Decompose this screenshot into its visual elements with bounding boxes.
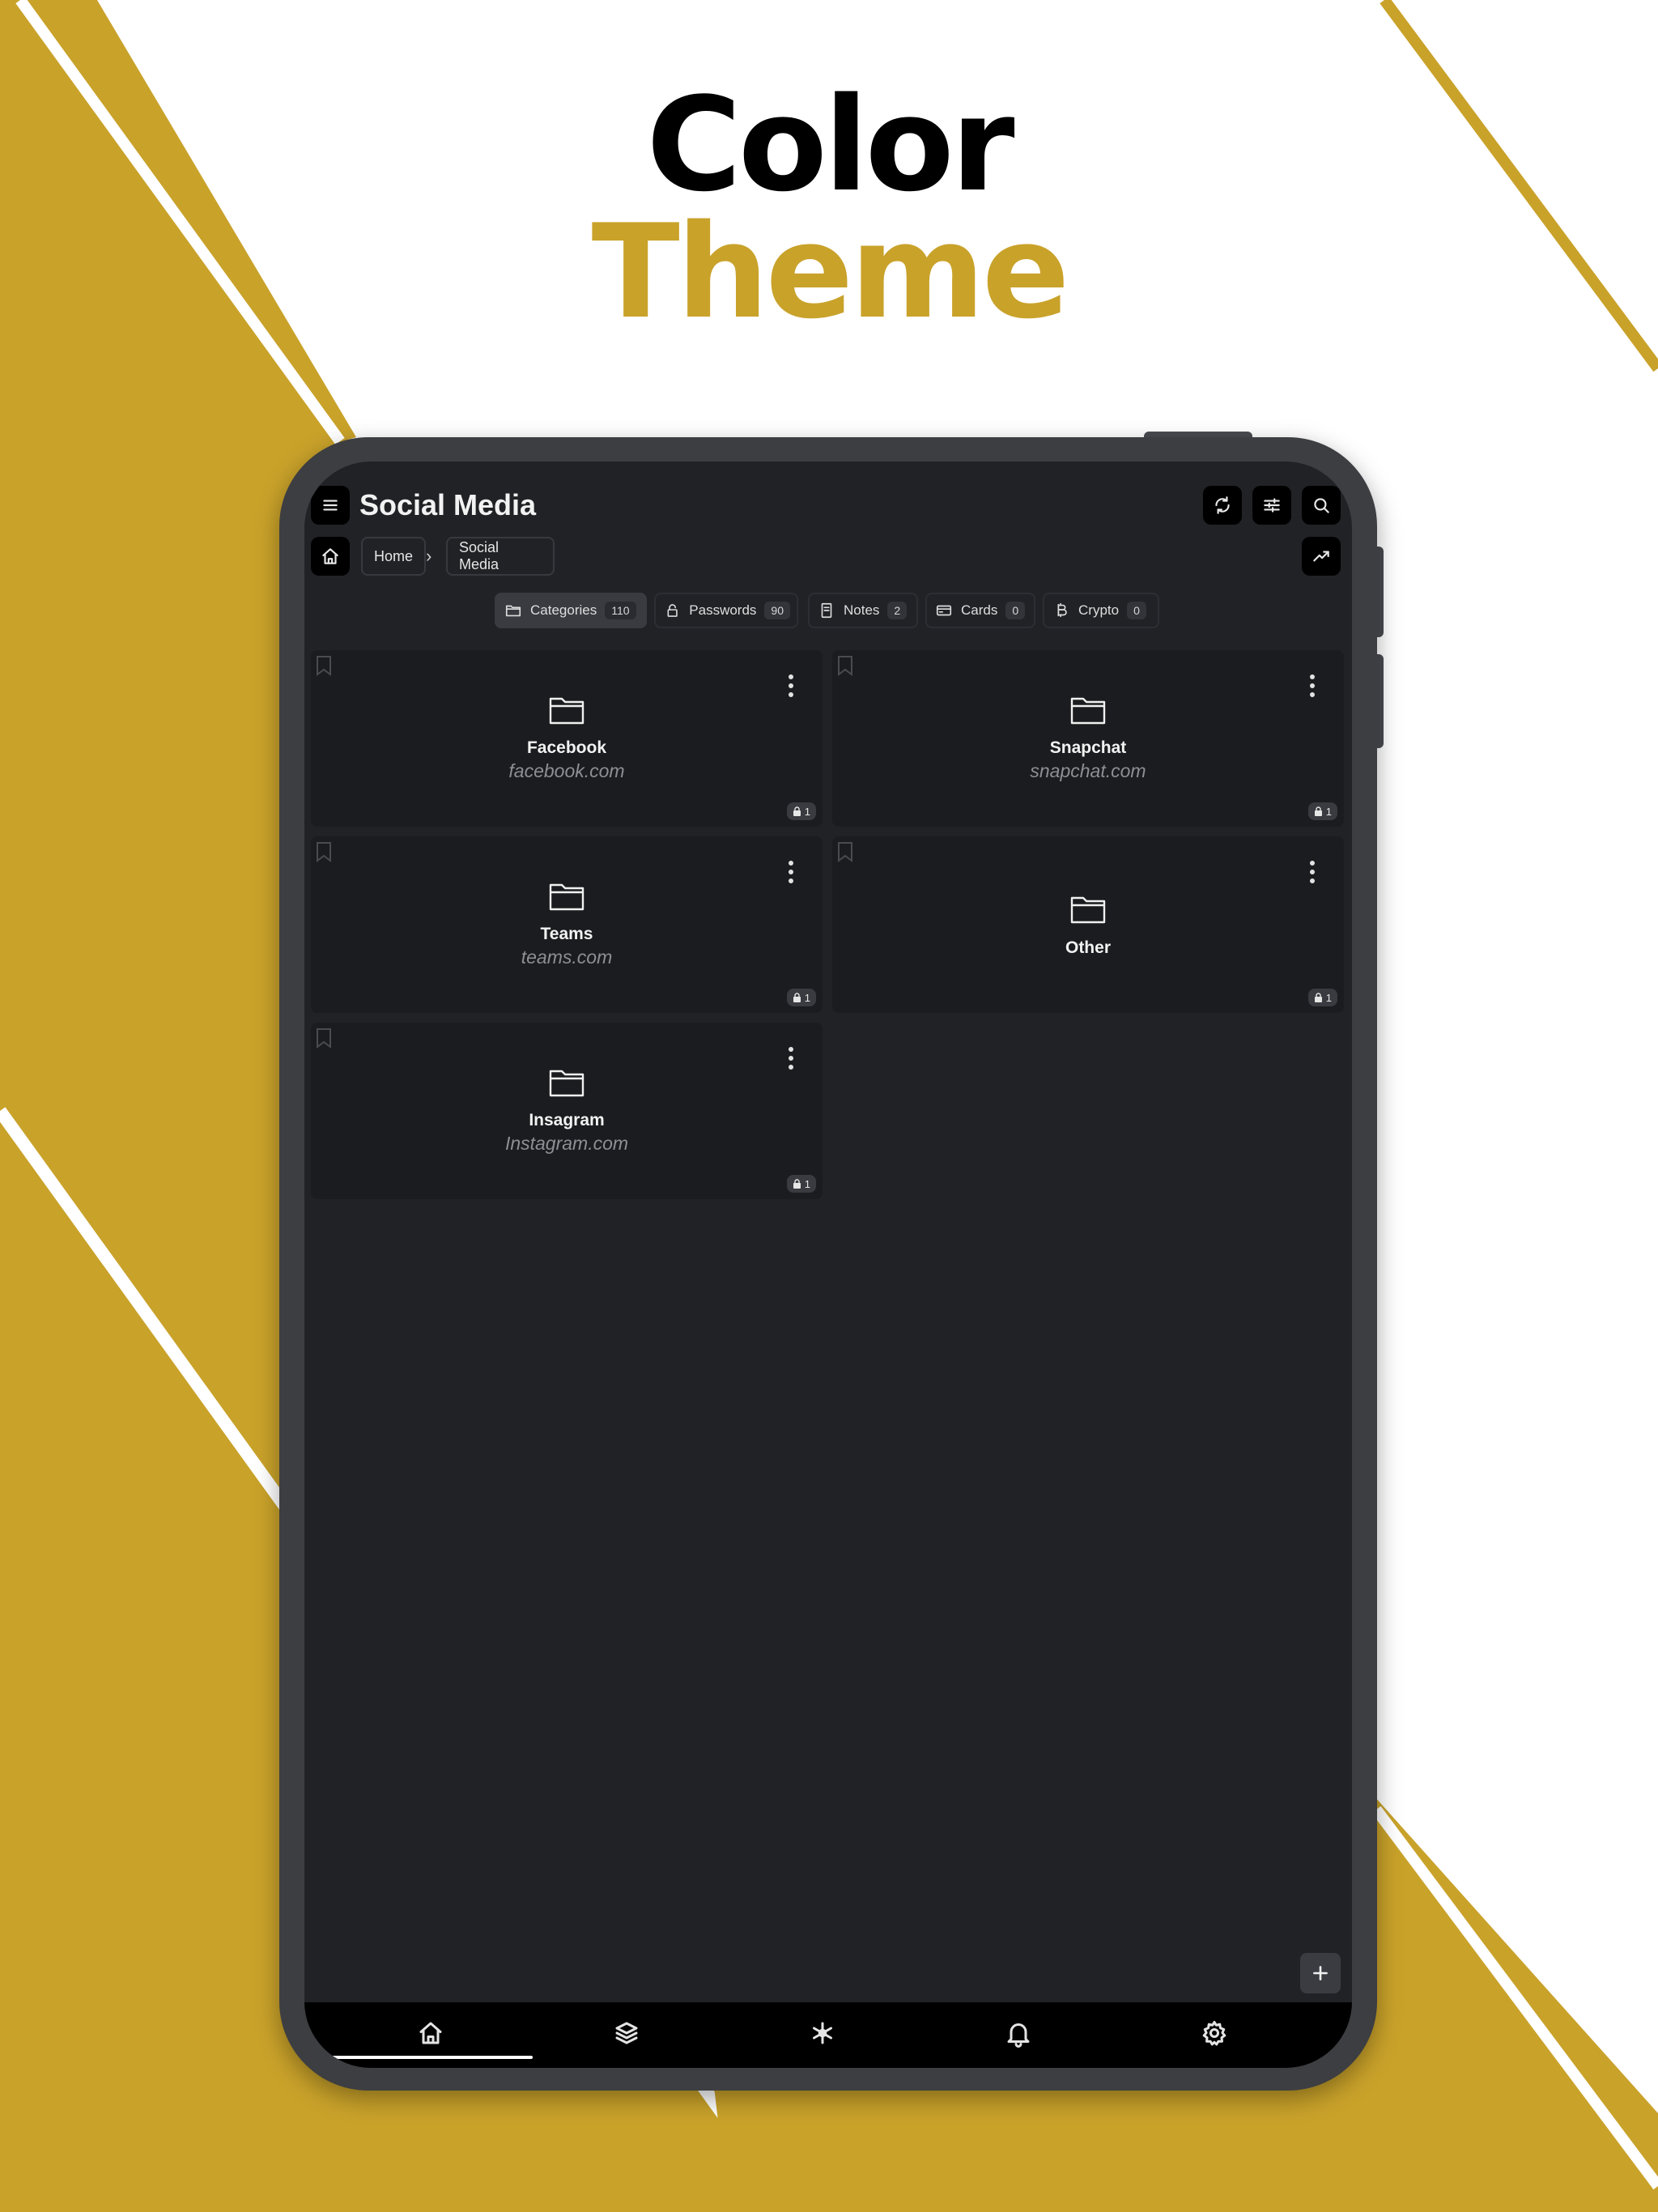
item-count-badge: 1: [1307, 802, 1337, 820]
item-count: 1: [1325, 805, 1332, 818]
tab-crypto[interactable]: Crypto 0: [1043, 593, 1159, 628]
tab-label: Crypto: [1078, 602, 1120, 618]
home-icon: [322, 548, 338, 564]
nav-notifications[interactable]: [1004, 2018, 1036, 2051]
item-count-badge: 1: [786, 802, 816, 820]
item-count-badge: 1: [786, 989, 816, 1006]
lock-icon: [1314, 806, 1322, 816]
item-count-badge: 1: [786, 1175, 816, 1193]
tab-count: 110: [605, 602, 636, 619]
category-name: Facebook: [526, 738, 607, 757]
search-icon: [1314, 498, 1329, 513]
tab-label: Categories: [530, 602, 597, 618]
more-options-icon[interactable]: [787, 1047, 795, 1074]
more-options-icon[interactable]: [1308, 674, 1316, 702]
category-name: Insagram: [529, 1111, 605, 1129]
nav-home[interactable]: [416, 2018, 449, 2051]
card-icon: [936, 605, 952, 616]
tab-cards[interactable]: Cards 0: [925, 593, 1035, 628]
lock-icon: [793, 993, 801, 1002]
app-screen: Social Media Home › Social Media Categor…: [304, 462, 1352, 2068]
item-count: 1: [804, 805, 810, 818]
lock-icon: [793, 806, 801, 816]
item-count: 1: [804, 1177, 810, 1190]
breadcrumb-separator: ›: [426, 546, 432, 566]
tab-count: 0: [1127, 602, 1146, 619]
nav-settings[interactable]: [1200, 2018, 1232, 2051]
bitcoin-icon: [1057, 602, 1067, 618]
search-button[interactable]: [1302, 486, 1341, 525]
bookmark-icon[interactable]: [316, 1027, 332, 1049]
lock-icon: [667, 604, 678, 617]
bookmark-icon[interactable]: [316, 655, 332, 676]
folder-icon: [549, 1068, 585, 1097]
folder-icon: [549, 696, 585, 725]
tab-label: Notes: [844, 602, 880, 618]
page-title: Social Media: [359, 488, 537, 521]
trend-button[interactable]: [1302, 537, 1341, 576]
bookmark-icon[interactable]: [837, 841, 853, 862]
more-options-icon[interactable]: [787, 674, 795, 702]
item-count: 1: [1325, 991, 1332, 1004]
filter-button[interactable]: [1252, 486, 1291, 525]
category-url: teams.com: [521, 946, 613, 968]
tab-passwords[interactable]: Passwords 90: [654, 593, 798, 628]
gear-icon: [1202, 2021, 1226, 2046]
tab-count: 2: [887, 602, 908, 619]
add-button[interactable]: [1300, 1953, 1341, 1993]
hero-title-line2: Theme: [591, 196, 1070, 347]
trending-up-icon: [1313, 551, 1329, 562]
category-card-teams[interactable]: Teams teams.com 1: [311, 836, 823, 1013]
plus-icon: [1313, 1966, 1328, 1980]
category-name: Teams: [540, 925, 593, 943]
folder-icon: [549, 882, 585, 911]
nav-generator[interactable]: [808, 2018, 840, 2051]
nav-layers[interactable]: [612, 2018, 644, 2051]
filter-sliders-icon: [1264, 498, 1280, 513]
home-shortcut-button[interactable]: [311, 537, 350, 576]
bell-icon: [1007, 2023, 1030, 2048]
tab-notes[interactable]: Notes 2: [808, 593, 918, 628]
layers-icon: [615, 2022, 638, 2044]
category-url: facebook.com: [508, 760, 625, 781]
category-card-other[interactable]: Other 1: [832, 836, 1344, 1013]
sync-button[interactable]: [1203, 486, 1242, 525]
category-card-facebook[interactable]: Facebook facebook.com 1: [311, 650, 823, 827]
more-options-icon[interactable]: [787, 861, 795, 888]
category-card-snapchat[interactable]: Snapchat snapchat.com 1: [832, 650, 1344, 827]
bookmark-icon[interactable]: [837, 655, 853, 676]
bookmark-icon[interactable]: [316, 841, 332, 862]
menu-button[interactable]: [311, 486, 350, 525]
home-icon: [419, 2022, 442, 2044]
active-nav-indicator: [332, 2056, 533, 2059]
category-name: Snapchat: [1049, 738, 1127, 757]
lock-icon: [1314, 993, 1322, 1002]
tab-count: 0: [1005, 602, 1026, 619]
sync-icon: [1215, 496, 1230, 514]
breadcrumb-home[interactable]: Home: [361, 537, 426, 576]
category-name: Other: [1065, 938, 1111, 957]
hamburger-icon: [323, 500, 338, 511]
category-card-instagram[interactable]: Insagram Instagram.com 1: [311, 1023, 823, 1199]
tab-categories[interactable]: Categories 110: [495, 593, 647, 628]
item-count-badge: 1: [1307, 989, 1337, 1006]
note-icon: [821, 602, 832, 619]
tab-label: Cards: [961, 602, 998, 618]
lock-icon: [793, 1179, 801, 1189]
folder-icon: [1070, 895, 1106, 924]
asterisk-icon: [813, 2022, 832, 2044]
folder-icon: [1070, 696, 1106, 725]
more-options-icon[interactable]: [1308, 861, 1316, 888]
category-url: Instagram.com: [504, 1133, 629, 1154]
breadcrumb-current[interactable]: Social Media: [446, 537, 555, 576]
folder-icon: [505, 605, 521, 617]
tab-count: 90: [764, 602, 790, 619]
item-count: 1: [804, 991, 810, 1004]
category-url: snapchat.com: [1030, 760, 1146, 781]
tab-label: Passwords: [689, 602, 757, 618]
